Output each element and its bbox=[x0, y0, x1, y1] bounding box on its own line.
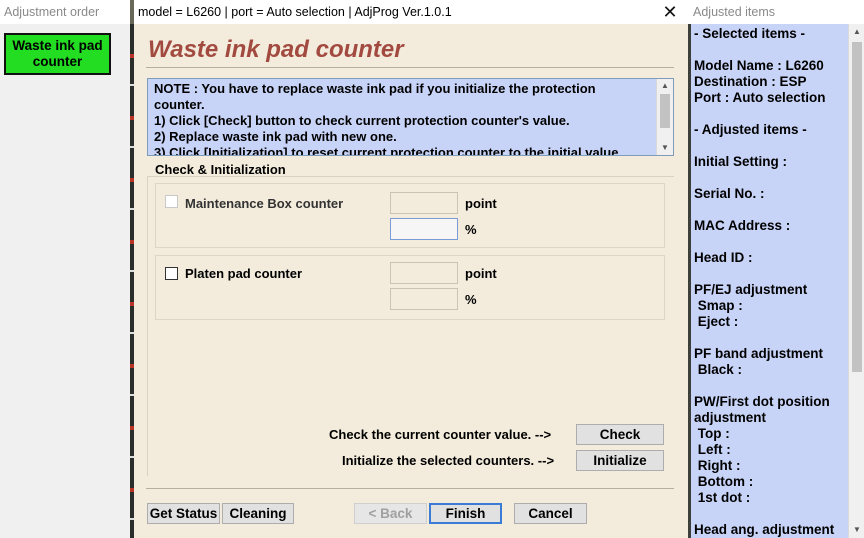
note-scroll-thumb[interactable] bbox=[660, 94, 670, 128]
adjusted-items-title: Adjusted items bbox=[688, 0, 864, 24]
adjusted-items-scrollbar[interactable]: ▲ ▼ bbox=[848, 24, 864, 538]
cancel-button[interactable]: Cancel bbox=[514, 503, 587, 524]
adjusted-items-line: PF band adjustment bbox=[694, 346, 824, 361]
adjusted-items-line: PW/First dot position bbox=[694, 394, 830, 409]
adjusted-items-line bbox=[694, 170, 844, 186]
adjustment-order-title: Adjustment order bbox=[0, 0, 130, 24]
cleaning-button[interactable]: Cleaning bbox=[222, 503, 294, 524]
initialize-button[interactable]: Initialize bbox=[576, 450, 664, 471]
adjusted-items-line: Initial Setting : bbox=[694, 154, 787, 169]
adjusted-items-line: Model Name : L6260 bbox=[694, 58, 824, 73]
adjusted-items-line: PF/EJ adjustment bbox=[694, 282, 808, 297]
dialog-title: model = L6260 | port = Auto selection | … bbox=[138, 5, 452, 19]
note-textbox[interactable]: NOTE : You have to replace waste ink pad… bbox=[147, 78, 674, 156]
maintenance-box-label: Maintenance Box counter bbox=[185, 196, 344, 211]
adjusted-items-line: Eject : bbox=[694, 314, 739, 329]
maintenance-box-checkbox[interactable] bbox=[165, 195, 178, 208]
note-line: NOTE : You have to replace waste ink pad… bbox=[154, 81, 596, 96]
adjusted-items-line: 1st dot : bbox=[694, 490, 751, 505]
adjusted-items-line: - Selected items - bbox=[694, 26, 806, 41]
close-icon[interactable]: ✕ bbox=[660, 2, 680, 22]
adjusted-items-line bbox=[694, 106, 844, 122]
note-line: 1) Click [Check] button to check current… bbox=[154, 113, 570, 128]
adjusted-items-line: Destination : ESP bbox=[694, 74, 807, 89]
adjusted-items-line: Port : Auto selection bbox=[694, 90, 826, 105]
footer-divider bbox=[146, 488, 674, 489]
check-instruction: Check the current counter value. --> bbox=[329, 427, 552, 442]
scroll-down-icon[interactable]: ▼ bbox=[657, 141, 673, 155]
scroll-up-icon[interactable]: ▲ bbox=[849, 24, 864, 40]
adjusted-items-line bbox=[694, 138, 844, 154]
get-status-button[interactable]: Get Status bbox=[147, 503, 220, 524]
platen-percent-unit: % bbox=[465, 292, 477, 307]
adjustment-order-window: Adjustment order Waste ink pad counter bbox=[0, 0, 130, 538]
maintenance-point-unit: point bbox=[465, 196, 497, 211]
adjusted-items-line bbox=[694, 42, 844, 58]
note-scrollbar[interactable]: ▲ ▼ bbox=[656, 79, 673, 155]
note-line: 2) Replace waste ink pad with new one. bbox=[154, 129, 397, 144]
note-text: NOTE : You have to replace waste ink pad… bbox=[154, 81, 654, 156]
finish-button[interactable]: Finish bbox=[429, 503, 502, 524]
dialog-titlebar: model = L6260 | port = Auto selection | … bbox=[134, 0, 688, 24]
maintenance-point-field[interactable] bbox=[390, 192, 458, 214]
waste-ink-pad-dialog: model = L6260 | port = Auto selection | … bbox=[134, 0, 688, 538]
group-title: Check & Initialization bbox=[155, 162, 286, 177]
adjusted-items-window: Adjusted items - Selected items - Model N… bbox=[688, 0, 864, 538]
adjusted-items-line bbox=[694, 202, 844, 218]
adjusted-items-line bbox=[694, 330, 844, 346]
platen-point-field[interactable] bbox=[390, 262, 458, 284]
adjusted-items-line: Head ang. adjustment bbox=[694, 522, 835, 537]
adjusted-items-line: Black : bbox=[694, 362, 743, 377]
note-line: counter. bbox=[154, 97, 205, 112]
platen-percent-field[interactable] bbox=[390, 288, 458, 310]
adjusted-items-line: - Adjusted items - bbox=[694, 122, 807, 137]
maintenance-percent-field[interactable] bbox=[390, 218, 458, 240]
adjusted-items-line bbox=[694, 506, 844, 522]
adjusted-items-line bbox=[694, 266, 844, 282]
adjusted-items-line: Serial No. : bbox=[694, 186, 765, 201]
background-strip bbox=[688, 24, 691, 538]
heading-divider bbox=[146, 67, 674, 68]
adjusted-items-line bbox=[694, 378, 844, 394]
adjusted-items-list: - Selected items - Model Name : L6260 Dest… bbox=[694, 26, 844, 538]
platen-point-unit: point bbox=[465, 266, 497, 281]
adjusted-items-line: Left : bbox=[694, 442, 731, 457]
adjusted-items-line bbox=[694, 234, 844, 250]
note-line: 3) Click [Initialization] to reset curre… bbox=[154, 145, 623, 156]
adjusted-items-line: Top : bbox=[694, 426, 730, 441]
check-button[interactable]: Check bbox=[576, 424, 664, 445]
initialize-instruction: Initialize the selected counters. --> bbox=[342, 453, 555, 468]
platen-pad-label: Platen pad counter bbox=[185, 266, 303, 281]
maintenance-percent-unit: % bbox=[465, 222, 477, 237]
back-button[interactable]: < Back bbox=[354, 503, 427, 524]
adjusted-items-line: Head ID : bbox=[694, 250, 753, 265]
adjusted-items-line: Smap : bbox=[694, 298, 743, 313]
adjusted-items-line: adjustment bbox=[694, 410, 767, 425]
adjusted-items-scroll-thumb[interactable] bbox=[852, 42, 862, 372]
adjusted-items-line: Right : bbox=[694, 458, 741, 473]
adjusted-items-line: Bottom : bbox=[694, 474, 754, 489]
adjusted-items-line: MAC Address : bbox=[694, 218, 791, 233]
waste-ink-pad-counter-button[interactable]: Waste ink pad counter bbox=[4, 33, 111, 75]
scroll-up-icon[interactable]: ▲ bbox=[657, 79, 673, 93]
page-title: Waste ink pad counter bbox=[148, 36, 404, 63]
scroll-down-icon[interactable]: ▼ bbox=[849, 522, 864, 538]
platen-pad-checkbox[interactable] bbox=[165, 267, 178, 280]
